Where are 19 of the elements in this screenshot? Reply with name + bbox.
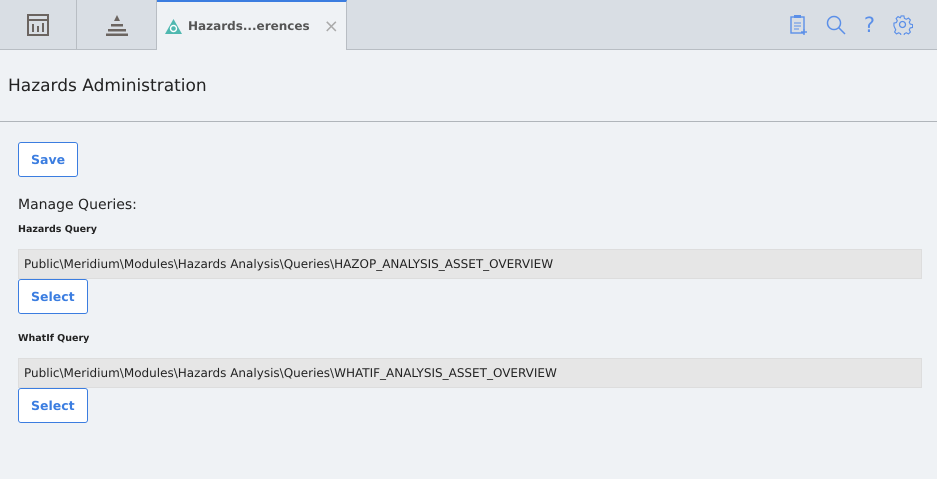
- select-button[interactable]: Select: [18, 388, 88, 423]
- settings-icon[interactable]: [893, 14, 913, 34]
- query-path-field[interactable]: Public\Meridium\Modules\Hazards Analysis\Queries\HAZOP_ANALYSIS_ASSET_OVERVIEW: [18, 249, 922, 279]
- hazard-triangle-icon: [165, 18, 182, 34]
- query-path-field[interactable]: Public\Meridium\Modules\Hazards Analysis\Queries\WHATIF_ANALYSIS_ASSET_OVERVIEW: [18, 358, 922, 388]
- help-button[interactable]: ?: [864, 12, 875, 36]
- field-label: WhatIf Query: [18, 333, 90, 344]
- clipboard-add-icon[interactable]: [790, 14, 808, 36]
- select-button[interactable]: Select: [18, 279, 88, 314]
- tab-label: Hazards...erences: [188, 19, 310, 33]
- section-label: Manage Queries:: [18, 197, 138, 213]
- report-window-icon: [27, 14, 49, 36]
- field-label: Hazards Query: [18, 224, 98, 235]
- tab[interactable]: Hazards...erences ×: [157, 0, 347, 50]
- save-button[interactable]: Save: [18, 142, 78, 177]
- search-icon[interactable]: [826, 14, 846, 34]
- page-title: Hazards Administration: [8, 76, 207, 96]
- pyramid-icon: [104, 14, 128, 36]
- close-icon[interactable]: ×: [324, 16, 339, 36]
